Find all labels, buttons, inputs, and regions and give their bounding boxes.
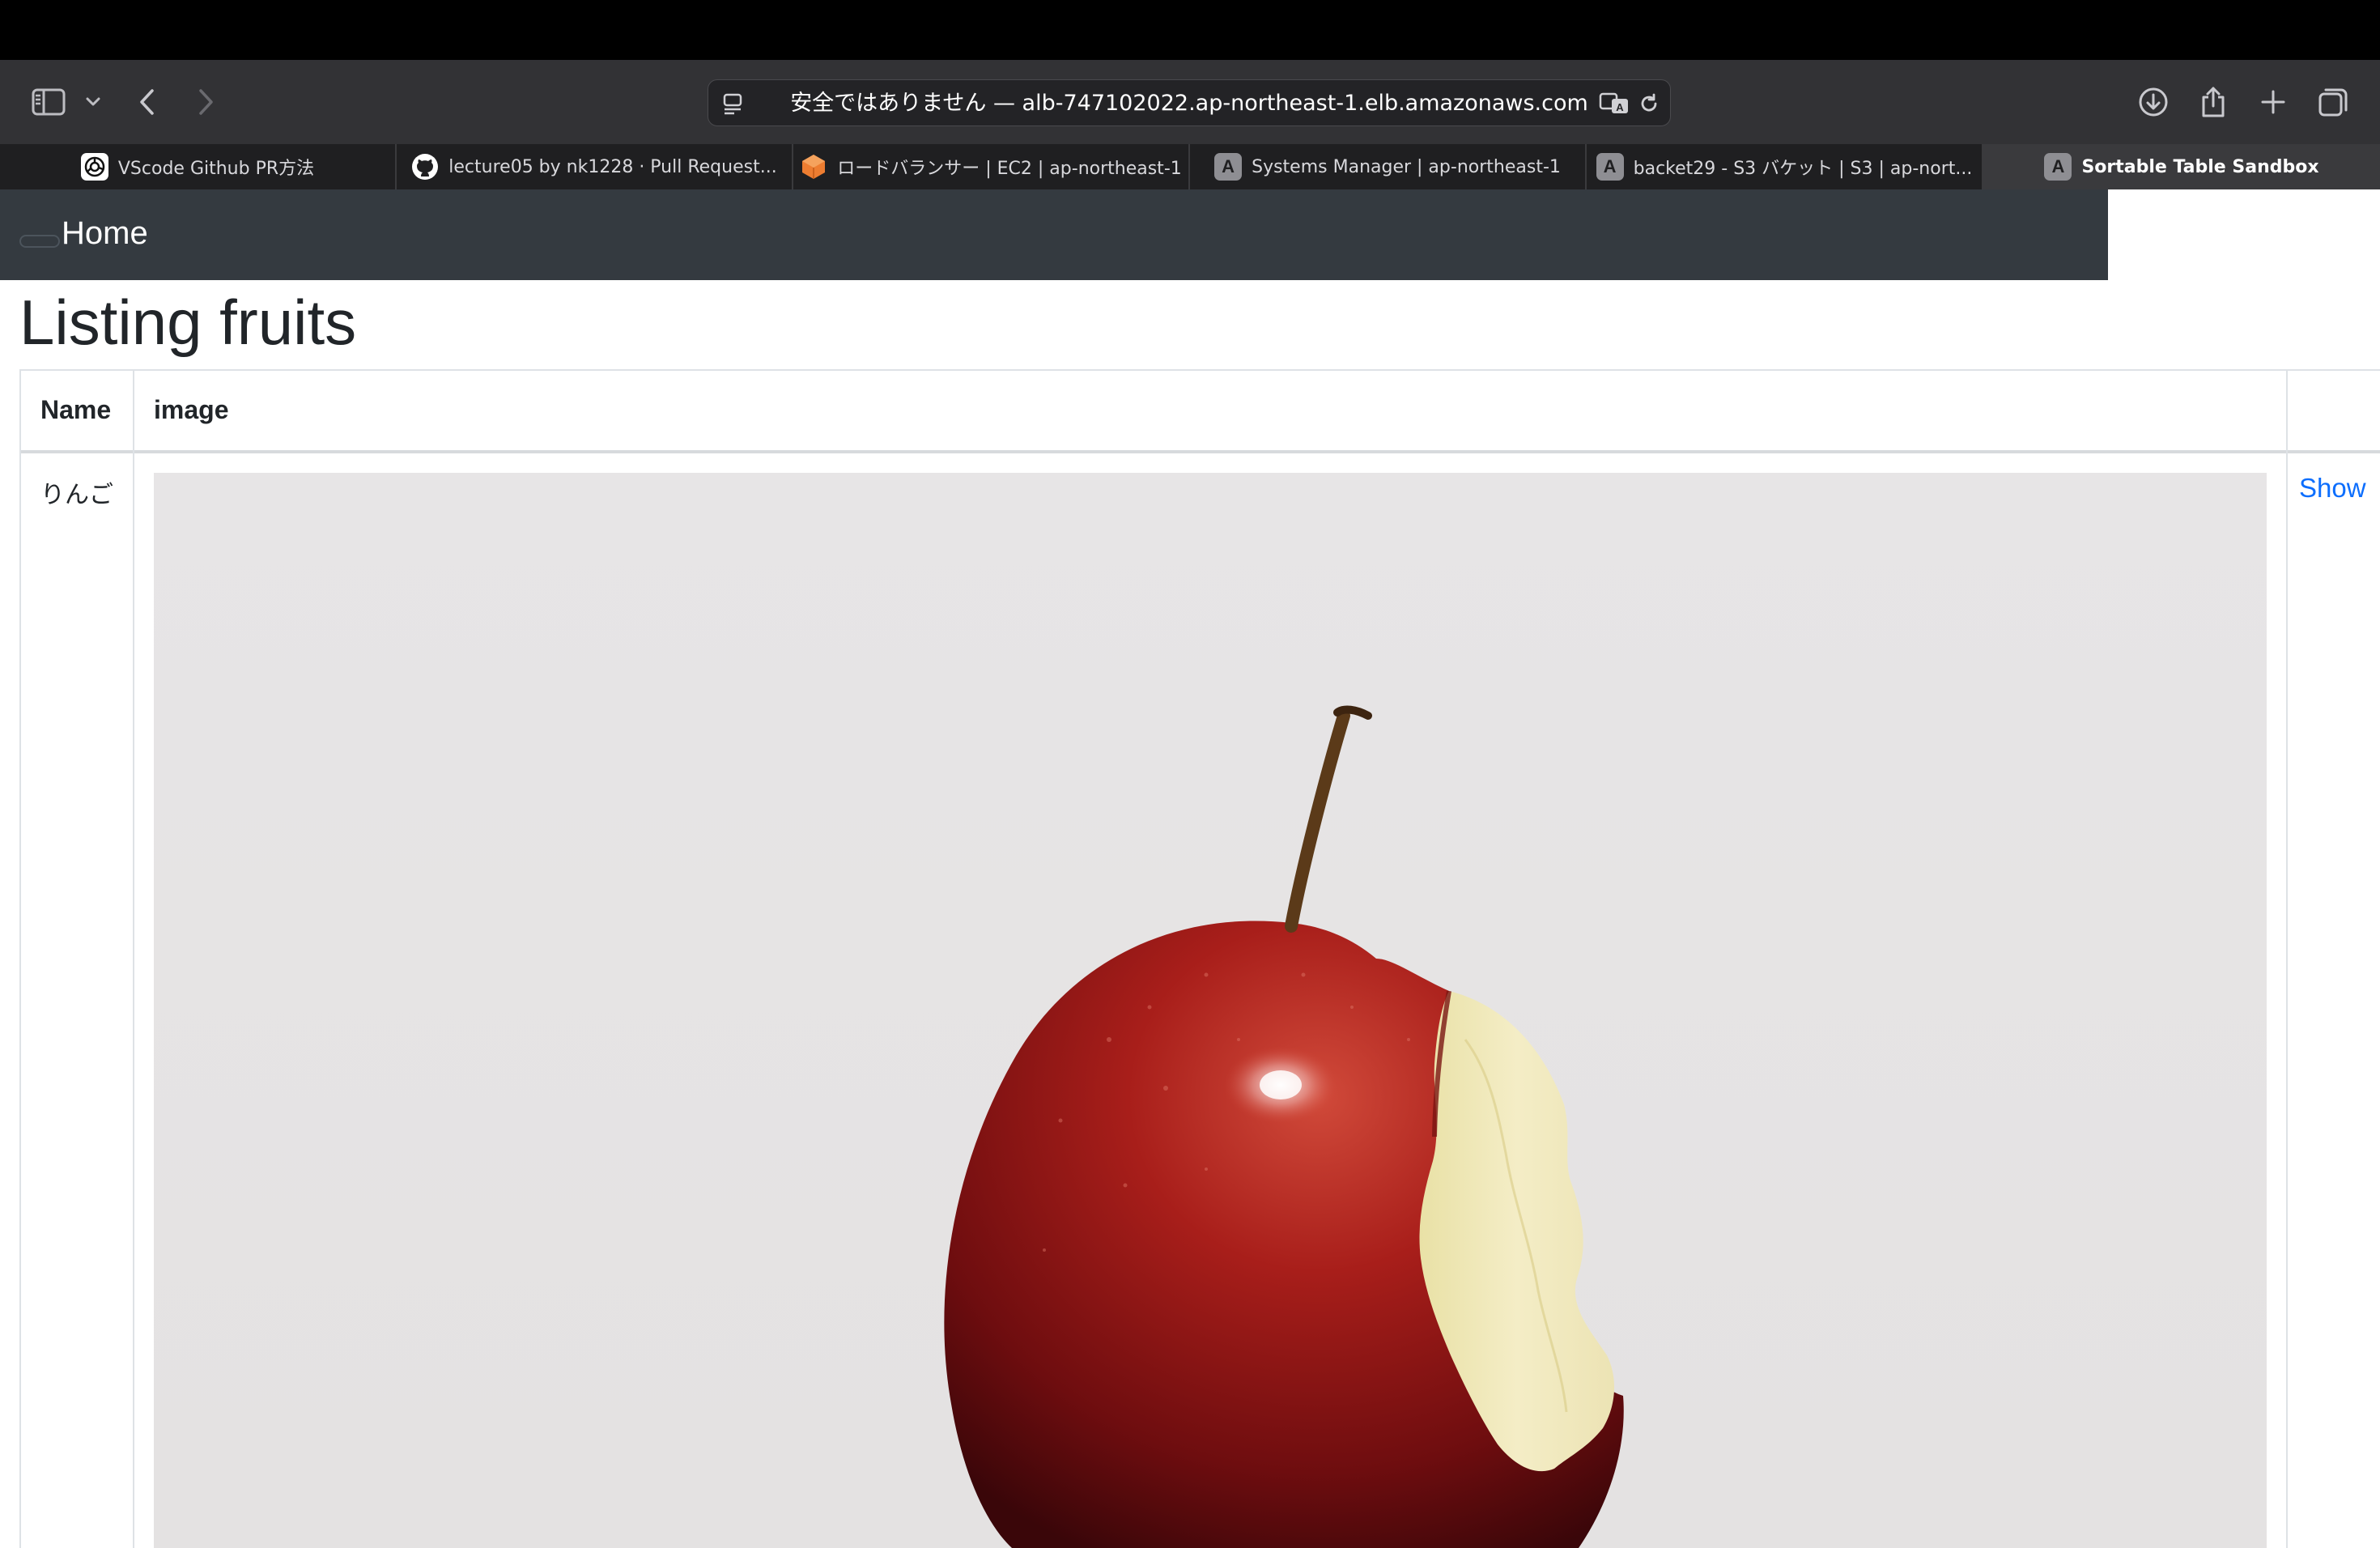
- navbar-toggler-button[interactable]: [19, 235, 60, 248]
- letter-a-icon: A: [1214, 153, 1243, 181]
- letter-a-icon: A: [1596, 153, 1624, 181]
- sidebar-toggle-icon[interactable]: [28, 81, 70, 123]
- github-icon: [411, 153, 439, 181]
- page-title: Listing fruits: [19, 287, 357, 358]
- table-column-divider: [133, 369, 134, 1548]
- apple-photo: [154, 473, 2267, 1548]
- fruit-name-cell: りんご: [40, 481, 113, 509]
- tab-sortable-table-sandbox[interactable]: A Sortable Table Sandbox: [1983, 144, 2380, 189]
- letter-a-icon: A: [2044, 153, 2072, 181]
- column-header-image[interactable]: image: [154, 369, 228, 450]
- downloads-icon[interactable]: [2132, 81, 2174, 123]
- reload-icon[interactable]: [1636, 91, 1662, 117]
- new-tab-icon[interactable]: [2252, 81, 2294, 123]
- tab-github-pr[interactable]: lecture05 by nk1228 · Pull Request...: [397, 144, 793, 189]
- tab-ec2-load-balancer[interactable]: ロードバランサー | EC2 | ap-northeast-1: [793, 144, 1190, 189]
- tab-label: ロードバランサー | EC2 | ap-northeast-1: [837, 159, 1182, 179]
- table-border-left: [19, 369, 21, 1548]
- tab-systems-manager[interactable]: A Systems Manager | ap-northeast-1: [1190, 144, 1587, 189]
- column-header-name[interactable]: Name: [40, 369, 111, 450]
- tab-label: VScode Github PR方法: [117, 159, 315, 179]
- nav-home-link[interactable]: Home: [62, 209, 148, 257]
- tab-label: lecture05 by nk1228 · Pull Request...: [448, 156, 777, 177]
- forward-icon[interactable]: [185, 81, 227, 123]
- tab-label: backet29 - S3 バケット | S3 | ap-nort...: [1633, 159, 1973, 179]
- tab-label: Sortable Table Sandbox: [2081, 156, 2319, 177]
- table-header-divider: [19, 450, 2380, 453]
- table-border-top: [19, 369, 2380, 371]
- tab-label: Systems Manager | ap-northeast-1: [1252, 156, 1561, 177]
- share-icon[interactable]: [2192, 81, 2234, 123]
- address-text[interactable]: 安全ではありません — alb-747102022.ap-northeast-1…: [708, 80, 1670, 127]
- svg-text:A: A: [1616, 101, 1624, 113]
- tab-vscode-github[interactable]: VScode Github PR方法: [0, 144, 397, 189]
- tab-overview-icon[interactable]: [2312, 81, 2354, 123]
- back-icon[interactable]: [126, 81, 168, 123]
- translate-icon[interactable]: A: [1599, 91, 1631, 117]
- page-navbar: Home: [0, 189, 2108, 280]
- table-column-divider: [2286, 369, 2288, 1548]
- fruits-table: Name image りんご Show: [19, 369, 2380, 1548]
- aws-ec2-icon: [800, 153, 827, 181]
- menu-bar: [0, 0, 2380, 60]
- browser-toolbar: 安全ではありません — alb-747102022.ap-northeast-1…: [0, 60, 2380, 144]
- address-bar[interactable]: 安全ではありません — alb-747102022.ap-northeast-1…: [708, 79, 1671, 126]
- chevron-down-icon[interactable]: [73, 81, 113, 123]
- tab-strip: VScode Github PR方法 lecture05 by nk1228 ·…: [0, 144, 2380, 189]
- openai-icon: [80, 153, 108, 181]
- tab-s3-bucket[interactable]: A backet29 - S3 バケット | S3 | ap-nort...: [1587, 144, 1983, 189]
- show-link[interactable]: Show: [2299, 473, 2366, 504]
